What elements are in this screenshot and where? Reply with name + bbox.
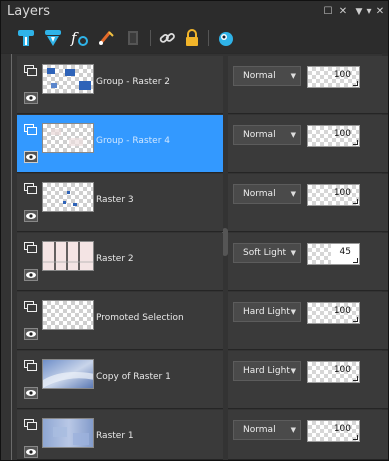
duplicate-layer-icon[interactable] xyxy=(123,28,143,48)
dropdown-arrow-icon: ▼ xyxy=(290,131,296,139)
lock-transparency-icon[interactable] xyxy=(182,28,202,48)
layer-controls: Soft Light ▼ 45 xyxy=(228,233,388,291)
layer-controls: Hard Light ▼ 100 xyxy=(228,292,388,350)
dropdown-arrow-icon: ▼ xyxy=(290,426,296,434)
layer-row[interactable]: Group - Raster 2 xyxy=(17,56,223,114)
raster-layer-icon[interactable] xyxy=(24,416,38,430)
blend-mode-dropdown[interactable]: Normal ▼ xyxy=(233,66,301,86)
new-raster-layer-icon[interactable] xyxy=(16,28,36,48)
blend-mode-dropdown[interactable]: Soft Light ▼ xyxy=(233,243,301,263)
visibility-eye-icon[interactable] xyxy=(24,89,38,104)
opacity-slider[interactable]: 100 xyxy=(307,125,360,147)
opacity-slider[interactable]: 100 xyxy=(307,184,360,206)
layer-thumbnail xyxy=(42,182,94,212)
layers-toolbar: f xyxy=(1,25,388,53)
visibility-eye-icon[interactable] xyxy=(24,266,38,281)
blend-mode-dropdown[interactable]: Hard Light ▼ xyxy=(233,302,301,322)
blend-mode-dropdown[interactable]: Normal ▼ xyxy=(233,184,301,204)
layer-controls: Normal ▼ 100 xyxy=(228,56,388,114)
layer-row[interactable]: Raster 3 xyxy=(17,174,223,232)
layer-row[interactable]: Copy of Raster 1 xyxy=(17,351,223,409)
dropdown-arrow-icon: ▼ xyxy=(290,308,296,316)
layers-panel: Layers ☐ ✕ ▼ ▾ ✕ f Group - Raster 2 Norm… xyxy=(0,0,389,461)
layer-thumbnail xyxy=(42,123,94,153)
dropdown-arrow-icon: ▼ xyxy=(290,249,296,257)
svg-text:f: f xyxy=(70,29,79,47)
layer-name: Promoted Selection xyxy=(96,313,184,323)
layer-controls: Normal ▼ 100 xyxy=(228,115,388,173)
blend-mode-dropdown[interactable]: Hard Light ▼ xyxy=(233,361,301,381)
panel-close-icon[interactable]: ✕ xyxy=(374,6,386,18)
layer-thumbnail xyxy=(42,418,94,448)
toolbar-separator xyxy=(208,30,209,46)
layer-name: Copy of Raster 1 xyxy=(96,372,171,382)
layer-controls: Normal ▼ 100 xyxy=(228,410,388,460)
visibility-eye-icon[interactable] xyxy=(24,443,38,458)
layer-name: Raster 1 xyxy=(96,431,134,441)
group-layer-icon[interactable] xyxy=(24,121,38,135)
toolbar-separator xyxy=(150,30,151,46)
raster-layer-icon[interactable] xyxy=(24,239,38,253)
maximize-icon[interactable]: ☐ xyxy=(322,6,334,18)
layer-thumbnail xyxy=(42,241,94,271)
group-layer-icon[interactable] xyxy=(24,62,38,76)
opacity-slider[interactable]: 100 xyxy=(307,302,360,324)
layer-thumbnail xyxy=(42,64,94,94)
layer-name: Raster 2 xyxy=(96,254,134,264)
raster-layer-icon[interactable] xyxy=(24,357,38,371)
raster-layer-icon[interactable] xyxy=(24,180,38,194)
layer-effects-icon[interactable]: f xyxy=(69,28,89,48)
panel-title: Layers xyxy=(7,4,51,19)
visibility-eye-icon[interactable] xyxy=(24,384,38,399)
layer-name: Raster 3 xyxy=(96,195,134,205)
blend-mode-dropdown[interactable]: Normal ▼ xyxy=(233,420,301,440)
layer-thumbnail xyxy=(42,359,94,389)
layer-row-selected[interactable]: Group - Raster 4 xyxy=(17,115,223,173)
close-icon[interactable]: ✕ xyxy=(337,6,349,18)
dropdown-arrow-icon: ▼ xyxy=(290,72,296,80)
layer-controls: Hard Light ▼ 100 xyxy=(228,351,388,409)
opacity-slider[interactable]: 100 xyxy=(307,420,360,442)
new-vector-layer-icon[interactable] xyxy=(43,28,63,48)
opacity-slider[interactable]: 100 xyxy=(307,361,360,383)
layer-controls: Normal ▼ 100 xyxy=(228,174,388,232)
link-layers-icon[interactable] xyxy=(157,28,177,48)
opacity-slider[interactable]: 45 xyxy=(307,243,360,265)
dropdown-arrow-icon: ▼ xyxy=(290,367,296,375)
layer-name: Group - Raster 2 xyxy=(96,77,170,87)
visibility-eye-icon[interactable] xyxy=(24,207,38,222)
layer-row[interactable]: Raster 2 xyxy=(17,233,223,291)
layer-row[interactable]: Raster 1 xyxy=(17,410,223,460)
blend-mode-dropdown[interactable]: Normal ▼ xyxy=(233,125,301,145)
visibility-eye-icon[interactable] xyxy=(24,148,38,163)
raster-layer-icon[interactable] xyxy=(24,298,38,312)
layer-thumbnail xyxy=(42,300,94,330)
brush-mask-icon[interactable] xyxy=(96,28,116,48)
panel-title-bar[interactable]: Layers ☐ ✕ ▼ ▾ ✕ xyxy=(1,1,388,25)
tree-line xyxy=(11,54,12,460)
layer-palette-menu-icon[interactable] xyxy=(216,28,236,48)
opacity-slider[interactable]: 100 xyxy=(307,66,360,88)
dropdown-arrow-icon: ▼ xyxy=(290,190,296,198)
layer-name: Group - Raster 4 xyxy=(96,136,170,146)
layer-row[interactable]: Promoted Selection xyxy=(17,292,223,350)
visibility-eye-icon[interactable] xyxy=(24,325,38,340)
